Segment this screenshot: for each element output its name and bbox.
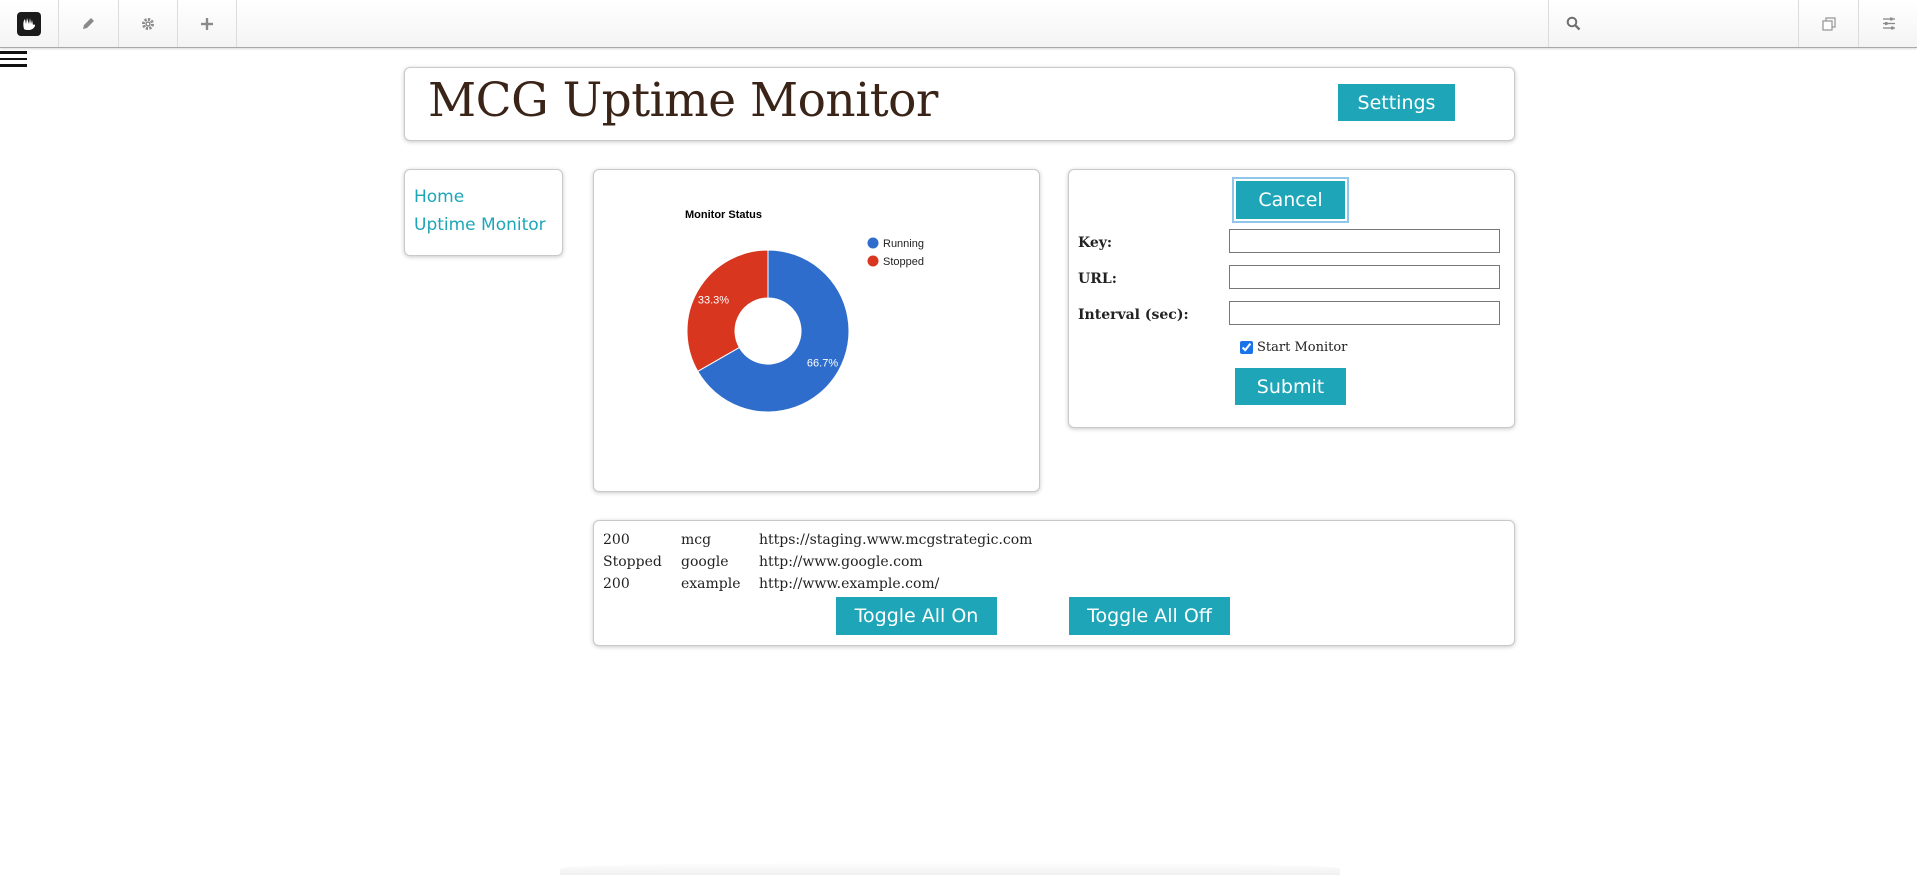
row-3-status: 200 [603,576,630,592]
nav-item-uptime-monitor[interactable]: Uptime Monitor [414,211,562,239]
concrete5-logo-icon [17,11,41,36]
row-2-key: google [681,554,729,570]
search-icon [1566,16,1581,31]
gear-icon [142,17,154,30]
monitor-status-chart: Monitor Status 66.7% 33.3% Running Stopped [685,209,924,413]
legend-label-stopped[interactable]: Stopped [883,256,924,268]
row-2-url: http://www.google.com [759,554,923,570]
start-monitor-row: Start Monitor [1240,340,1347,355]
legend-swatch-running [867,237,879,249]
row-3-key: example [681,576,741,592]
sliders-icon [1882,17,1895,30]
nav-item-home[interactable]: Home [414,183,562,211]
row-1-status: 200 [603,532,630,548]
sitemap-settings-button[interactable] [1858,0,1917,47]
interval-input[interactable] [1229,301,1500,325]
side-nav: Home Uptime Monitor [404,169,563,256]
legend-label-running[interactable]: Running [883,238,924,250]
slice-label-running: 66.7% [807,358,838,370]
pages-button[interactable] [1798,0,1858,47]
toggle-all-on-button[interactable]: Toggle All On [836,597,997,635]
pages-icon [1821,16,1836,31]
url-input[interactable] [1229,265,1500,289]
plus-icon [201,17,213,30]
key-input[interactable] [1229,229,1500,253]
pencil-icon [83,18,94,29]
search-box[interactable] [1548,0,1798,47]
cancel-button[interactable]: Cancel [1236,181,1345,219]
page-title: MCG Uptime Monitor [428,73,938,128]
toolbar-logo-button[interactable] [0,0,59,47]
row-1-key: mcg [681,532,712,548]
footer-shadow [560,862,1340,875]
row-3-url: http://www.example.com/ [759,576,940,592]
admin-toolbar [0,0,1917,48]
add-button[interactable] [178,0,237,47]
row-1-url: https://staging.www.mcgstrategic.com [759,532,1033,548]
row-2-status: Stopped [603,554,662,570]
toggle-all-off-button[interactable]: Toggle All Off [1069,597,1230,635]
start-monitor-label: Start Monitor [1257,340,1348,355]
start-monitor-checkbox[interactable] [1240,341,1253,354]
chart-card: Monitor Status 66.7% 33.3% Running Stopped [593,169,1040,492]
settings-toolbar-button[interactable] [119,0,178,47]
chart-title: Monitor Status [685,209,762,221]
slice-label-stopped: 33.3% [698,294,729,306]
edit-button[interactable] [59,0,119,47]
interval-label: Interval (sec): [1078,307,1189,323]
key-label: Key: [1078,235,1113,251]
pie-slice-stopped[interactable] [686,249,769,373]
hamburger-icon[interactable] [0,51,27,71]
legend-swatch-stopped [867,255,879,267]
url-label: URL: [1078,271,1117,287]
submit-button[interactable]: Submit [1235,368,1346,405]
settings-button[interactable]: Settings [1338,84,1455,121]
